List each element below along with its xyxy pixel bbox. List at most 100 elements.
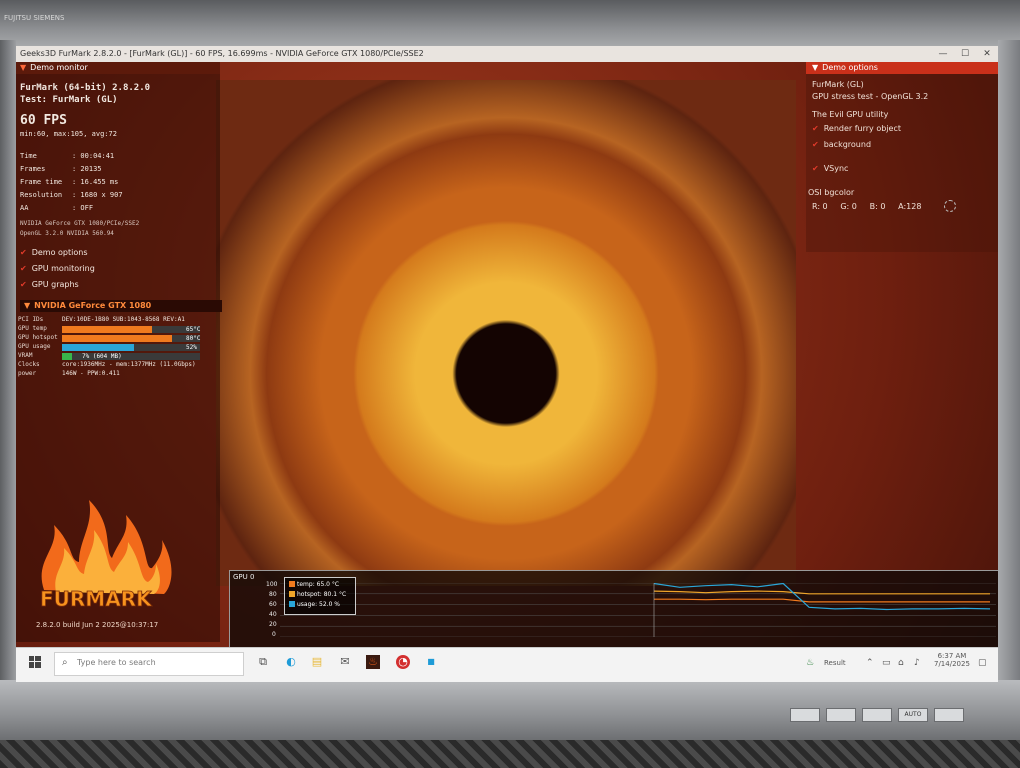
gpu-stat-bar: [62, 326, 152, 333]
series-line-hotspot: [653, 590, 990, 595]
demo-tagline: The Evil GPU utility: [812, 110, 889, 119]
search-icon: ⌕: [62, 657, 68, 668]
monitor-button-3[interactable]: [862, 708, 892, 722]
option-demo-options[interactable]: ✔ Demo options: [20, 248, 87, 257]
gpu-stat-bar: [62, 353, 72, 360]
window-title: Geeks3D FurMark 2.8.2.0 - [FurMark (GL)]…: [20, 49, 424, 58]
gpu-stat-value: 52%: [186, 344, 197, 351]
color-picker-icon[interactable]: [944, 200, 956, 212]
window-titlebar[interactable]: Geeks3D FurMark 2.8.2.0 - [FurMark (GL)]…: [16, 46, 998, 62]
option-label: Demo options: [31, 248, 88, 257]
fur-eye-render: [216, 80, 796, 586]
demo-monitor-header-label: Demo monitor: [30, 63, 88, 72]
legend-label: usage: 52.0 %: [297, 601, 341, 608]
check-label: Render furry object: [823, 124, 901, 133]
app-tile-icon[interactable]: ■: [424, 655, 438, 669]
floor-background: [0, 740, 1020, 768]
close-button[interactable]: ✕: [976, 46, 998, 62]
gpu-stat-bar: [62, 335, 173, 342]
collapse-arrow-icon: ▼: [812, 63, 819, 72]
monitor-button-5[interactable]: [934, 708, 964, 722]
gpu-stat-value: 80°C: [186, 335, 201, 342]
furmark-app-icon[interactable]: ♨: [366, 655, 380, 669]
furmark-logo: FURMARK: [34, 490, 174, 611]
legend-usage: usage: 52.0 %: [289, 601, 340, 608]
stat-key: Time: [20, 152, 37, 160]
mail-icon[interactable]: ✉: [338, 655, 352, 669]
opengl-version: OpenGL 3.2.0 NVIDIA 560.94: [20, 230, 114, 237]
legend-swatch: [289, 601, 295, 607]
furmark-title: FurMark (64-bit) 2.8.2.0 Test: FurMark (…: [20, 82, 150, 106]
option-gpu-graphs[interactable]: ✔ GPU graphs: [20, 280, 79, 289]
legend-hotspot: hotspot: 80.1 °C: [289, 591, 346, 598]
monitor-button-2[interactable]: [826, 708, 856, 722]
gpu-stat-text: 146W - PPW:0.411: [62, 370, 120, 377]
show-hidden-icons-icon[interactable]: ⌃: [866, 658, 874, 668]
checkmark-icon: ✔: [20, 264, 27, 273]
gpu-stat-bar-track: 80°C: [62, 335, 200, 342]
notifications-icon[interactable]: ▢: [978, 658, 987, 668]
battery-icon[interactable]: ▭: [882, 658, 891, 668]
tray-result-label[interactable]: Result: [824, 659, 846, 667]
clock[interactable]: 6:37 AM 7/14/2025: [934, 652, 970, 668]
legend-swatch: [289, 581, 295, 587]
graph-plot: [280, 583, 996, 637]
demo-monitor-panel: ▼ Demo monitor FurMark (64-bit) 2.8.2.0 T…: [16, 62, 222, 642]
task-view-icon[interactable]: ⧉: [256, 655, 270, 669]
gpu-stat-row: GPU temp 65°C: [18, 325, 214, 333]
gpu-stat-label: GPU hotspot: [18, 334, 58, 341]
monitor-button-1[interactable]: [790, 708, 820, 722]
y-tick-60: 60: [269, 601, 277, 608]
gpu-stat-value: 65°C: [186, 326, 201, 333]
legend-label: temp: 65.0 °C: [297, 581, 340, 588]
check-label: VSync: [823, 164, 849, 173]
gpu-stat-row: Clocks core:1936MHz - mem:1377MHz (11.0Gb…: [18, 361, 214, 369]
monitor-button-auto[interactable]: AUTO: [898, 708, 928, 722]
network-icon[interactable]: ⌂: [898, 658, 904, 668]
osi-bgcolor-values[interactable]: R: 0 G: 0 B: 0 A:128: [812, 202, 921, 211]
fps-stats: min:60, max:105, avg:72: [20, 130, 117, 138]
stat-key: Frames: [20, 165, 46, 173]
file-explorer-icon[interactable]: ▤: [310, 655, 324, 669]
gpu-stat-row: power 146W - PPW:0.411: [18, 370, 214, 378]
maximize-button[interactable]: ☐: [954, 46, 976, 62]
demo-options-header[interactable]: ▼ Demo options: [806, 62, 998, 74]
demo-monitor-header[interactable]: ▼ Demo monitor: [16, 62, 220, 74]
volume-icon[interactable]: ♪: [914, 658, 920, 668]
clock-date: 7/14/2025: [934, 660, 970, 668]
demo-options-header-label: Demo options: [822, 63, 878, 72]
flame-icon: FURMARK: [40, 500, 172, 611]
check-vsync[interactable]: ✔ VSync: [812, 164, 848, 173]
graph-title: GPU 0: [233, 573, 255, 581]
clock-time: 6:37 AM: [937, 652, 967, 660]
furmark-version: FurMark (64-bit) 2.8.2.0: [20, 83, 151, 93]
demo-options-panel: ▼ Demo options FurMark (GL) GPU stress te…: [806, 62, 998, 252]
minimize-button[interactable]: —: [932, 46, 954, 62]
furmark-test: Test: FurMark (GL): [20, 95, 118, 105]
y-tick-40: 40: [269, 611, 277, 618]
option-label: GPU monitoring: [31, 264, 95, 273]
y-tick-0: 0: [272, 631, 276, 638]
stat-value: : 20135: [72, 165, 102, 173]
stat-key: AA: [20, 204, 29, 212]
y-tick-100: 100: [266, 581, 278, 588]
gpu-graph: GPU 0 100 80 60 40 20 0 temp: 65.0 °C ho…: [229, 570, 998, 648]
gpu-panel-title: NVIDIA GeForce GTX 1080: [34, 301, 152, 310]
taskbar-search-box[interactable]: ⌕ Type here to search: [54, 652, 244, 676]
gpu-renderer: NVIDIA GeForce GTX 1080/PCIe/SSE2: [20, 220, 140, 227]
checkmark-icon: ✔: [20, 248, 27, 257]
widget-icon[interactable]: ♨: [806, 658, 814, 668]
speedometer-app-icon[interactable]: ◔: [396, 655, 410, 669]
graph-legend: temp: 65.0 °C hotspot: 80.1 °C usage: 52…: [284, 577, 356, 615]
gpu-stat-bar-track: 52%: [62, 344, 200, 351]
check-render-furry-object[interactable]: ✔ Render furry object: [812, 124, 901, 133]
gpu-stat-row: PCI IDs DEV:10DE-1B80 SUB:1043-8568 REV:A…: [18, 316, 214, 324]
gpu-panel-header[interactable]: ▼ NVIDIA GeForce GTX 1080: [20, 300, 222, 312]
check-background[interactable]: ✔ background: [812, 140, 871, 149]
checkmark-icon: ✔: [20, 280, 27, 289]
checkmark-icon: ✔: [812, 140, 819, 149]
edge-browser-icon[interactable]: ◐: [284, 655, 298, 669]
stat-value: : 16.455 ms: [72, 178, 119, 186]
windows-start-icon[interactable]: [28, 656, 42, 670]
option-gpu-monitoring[interactable]: ✔ GPU monitoring: [20, 264, 95, 273]
